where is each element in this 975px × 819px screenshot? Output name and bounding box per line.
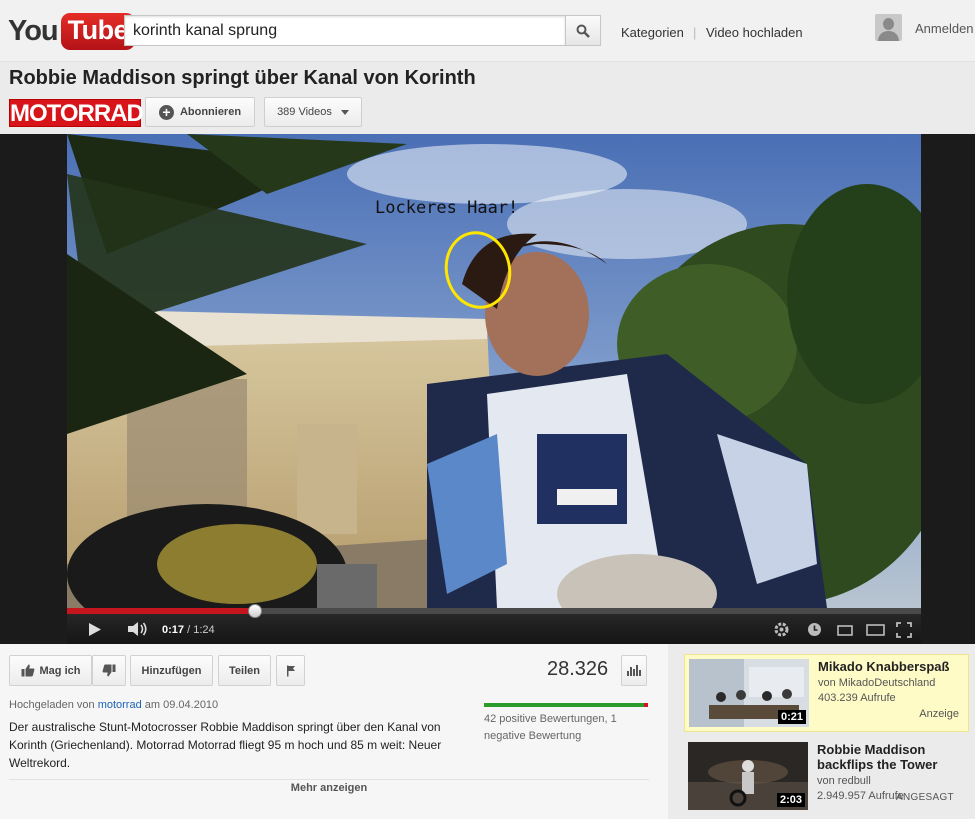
progress-played (67, 608, 255, 614)
like-label: Mag ich (39, 664, 81, 677)
small-player-icon[interactable] (837, 625, 853, 636)
gear-icon[interactable] (773, 621, 790, 638)
masthead: You Tube korinth kanal sprung Kategorien… (0, 0, 975, 62)
time-display: 0:17 / 1:24 (162, 624, 215, 636)
related-channel: von MikadoDeutschland (818, 677, 936, 689)
upload-date: am 09.04.2010 (144, 699, 219, 711)
nav-kategorien[interactable]: Kategorien (621, 25, 684, 40)
related-views: 2.949.957 Aufrufe (817, 790, 904, 802)
thumbs-up-icon (21, 664, 34, 677)
subscribe-button[interactable]: + Abonnieren (145, 97, 255, 127)
related-thumbnail[interactable]: 2:03 (688, 742, 808, 810)
show-more-button[interactable]: Mehr anzeigen (0, 782, 658, 794)
like-button[interactable]: Mag ich (9, 655, 92, 686)
related-item-ad[interactable]: 0:21 Mikado Knabberspaß von MikadoDeutsc… (684, 654, 969, 732)
add-label: Hinzufügen (141, 664, 202, 677)
rating-like-fill (484, 703, 645, 707)
trending-badge: ANGESAGT (896, 792, 954, 803)
nav-upload[interactable]: Video hochladen (706, 25, 803, 40)
dislike-button[interactable] (92, 655, 126, 686)
search-icon (576, 24, 590, 38)
subscribe-label: Abonnieren (179, 106, 242, 118)
ad-badge: Anzeige (919, 708, 959, 720)
annotation-text: Lockeres Haar! (375, 198, 519, 218)
share-label: Teilen (229, 664, 260, 677)
channel-logo[interactable]: MOTORRAD (9, 99, 144, 127)
share-button[interactable]: Teilen (218, 655, 271, 686)
watch-later-icon[interactable] (807, 622, 822, 637)
plus-icon: + (158, 104, 174, 120)
player-controls: 0:17 / 1:24 (67, 604, 921, 644)
fullscreen-icon[interactable] (896, 622, 912, 638)
rating-text: 42 positive Bewertungen, 1 negative Bewe… (484, 713, 617, 742)
related-duration: 2:03 (776, 793, 805, 807)
signin-link[interactable]: Anmelden (915, 21, 974, 36)
time-separator: / (187, 624, 191, 636)
youtube-logo[interactable]: You Tube (8, 12, 136, 50)
search-button[interactable] (565, 15, 601, 46)
nav-separator: | (693, 25, 697, 40)
related-views: 403.239 Aufrufe (818, 692, 896, 704)
uploaded-prefix: Hochgeladen von (9, 699, 95, 711)
current-time: 0:17 (162, 624, 185, 636)
search-input[interactable]: korinth kanal sprung (124, 15, 566, 46)
avatar[interactable] (875, 14, 902, 41)
progress-scrubber[interactable] (247, 604, 262, 618)
videos-count-label: 389 Videos (277, 106, 332, 118)
related-title[interactable]: Mikado Knabberspaß (818, 659, 968, 674)
uploader-link[interactable]: motorrad (98, 699, 142, 711)
add-to-button[interactable]: Hinzufügen (130, 655, 213, 686)
related-title[interactable]: Robbie Maddison backflips the Tower (817, 742, 967, 772)
video-description: Der australische Stunt-Motocrosser Robbi… (9, 720, 442, 770)
thumbs-down-icon (102, 664, 116, 677)
logo-you-text: You (8, 14, 59, 47)
related-channel: von redbull (817, 775, 871, 787)
video-title: Robbie Maddison springt über Kanal von K… (9, 67, 476, 89)
large-player-icon[interactable] (866, 624, 885, 636)
videos-dropdown[interactable]: 389 Videos (264, 97, 362, 127)
flag-button[interactable] (276, 655, 305, 686)
upload-info: Hochgeladen von motorrad am 09.04.2010 (9, 699, 218, 711)
play-icon[interactable] (88, 622, 102, 637)
divider (9, 779, 649, 780)
flag-icon (286, 665, 295, 676)
progress-track[interactable] (67, 608, 921, 614)
related-thumbnail[interactable]: 0:21 (689, 659, 809, 727)
chevron-down-icon (340, 109, 349, 115)
volume-icon[interactable] (127, 621, 149, 637)
stats-button[interactable] (621, 655, 647, 686)
rating-bar (484, 703, 648, 707)
related-duration: 0:21 (777, 710, 806, 724)
duration: 1:24 (193, 624, 215, 636)
view-count: 28.326 (547, 658, 609, 680)
